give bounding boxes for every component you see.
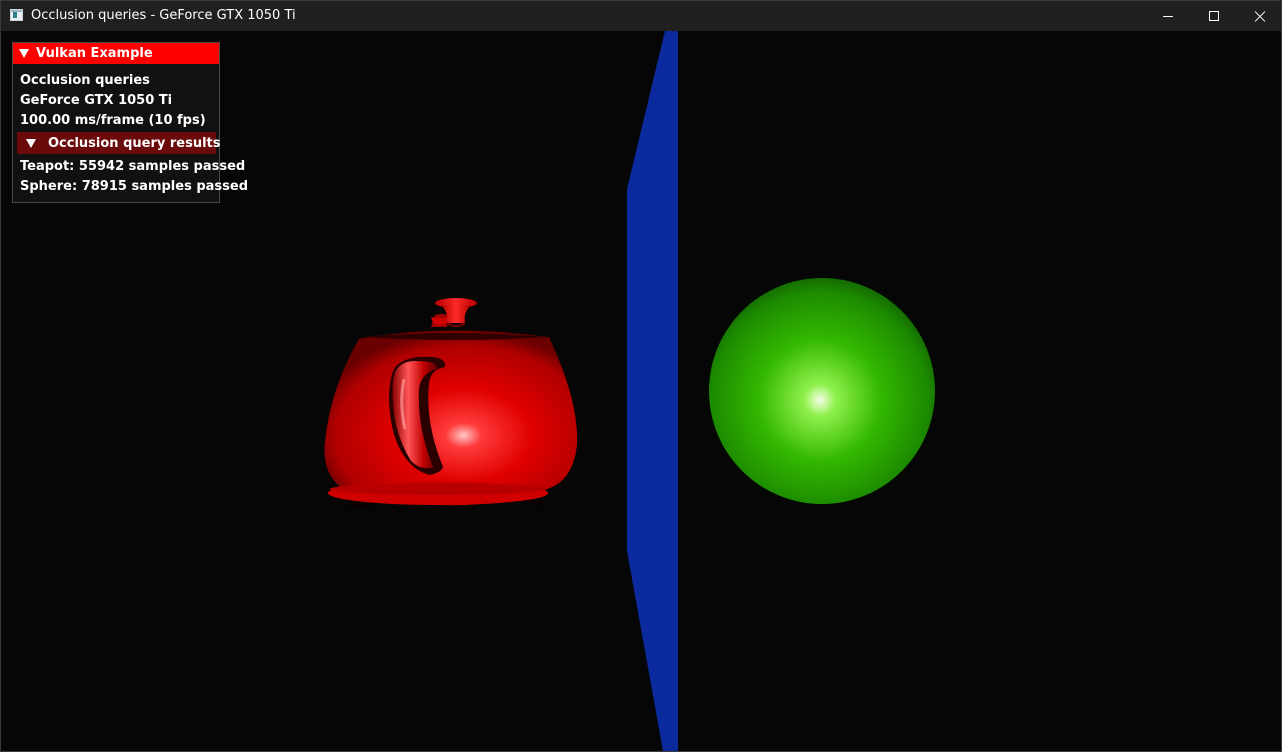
app-window: Occlusion queries - GeForce GTX 1050 Ti [0, 0, 1282, 752]
maximize-button[interactable] [1191, 1, 1237, 31]
render-viewport[interactable]: Vulkan Example Occlusion queries GeForce… [1, 31, 1281, 751]
overlay-title: Vulkan Example [36, 46, 153, 61]
app-name-label: Occlusion queries [20, 73, 150, 88]
occluder-plane [627, 31, 678, 751]
device-name-label: GeForce GTX 1050 Ti [20, 93, 173, 108]
teapot-result-label: Teapot: 55942 samples passed [20, 159, 246, 174]
frame-stats-label: 100.00 ms/frame (10 fps) [20, 113, 206, 128]
teapot-model [324, 298, 578, 508]
section-label: Occlusion query results [48, 136, 221, 151]
minimize-button[interactable] [1145, 1, 1191, 31]
collapse-triangle-icon[interactable] [19, 49, 29, 58]
window-title: Occlusion queries - GeForce GTX 1050 Ti [31, 8, 296, 23]
close-button[interactable] [1237, 1, 1281, 31]
occlusion-results-section-header[interactable]: Occlusion query results [17, 132, 221, 154]
sphere-result-label: Sphere: 78915 samples passed [20, 179, 249, 194]
sphere-model [705, 275, 937, 507]
title-bar[interactable]: Occlusion queries - GeForce GTX 1050 Ti [1, 1, 1281, 31]
imgui-overlay-panel[interactable]: Vulkan Example Occlusion queries GeForce… [12, 42, 248, 203]
overlay-header[interactable]: Vulkan Example [13, 43, 219, 64]
section-collapse-triangle-icon[interactable] [26, 139, 36, 148]
app-icon [10, 9, 23, 21]
